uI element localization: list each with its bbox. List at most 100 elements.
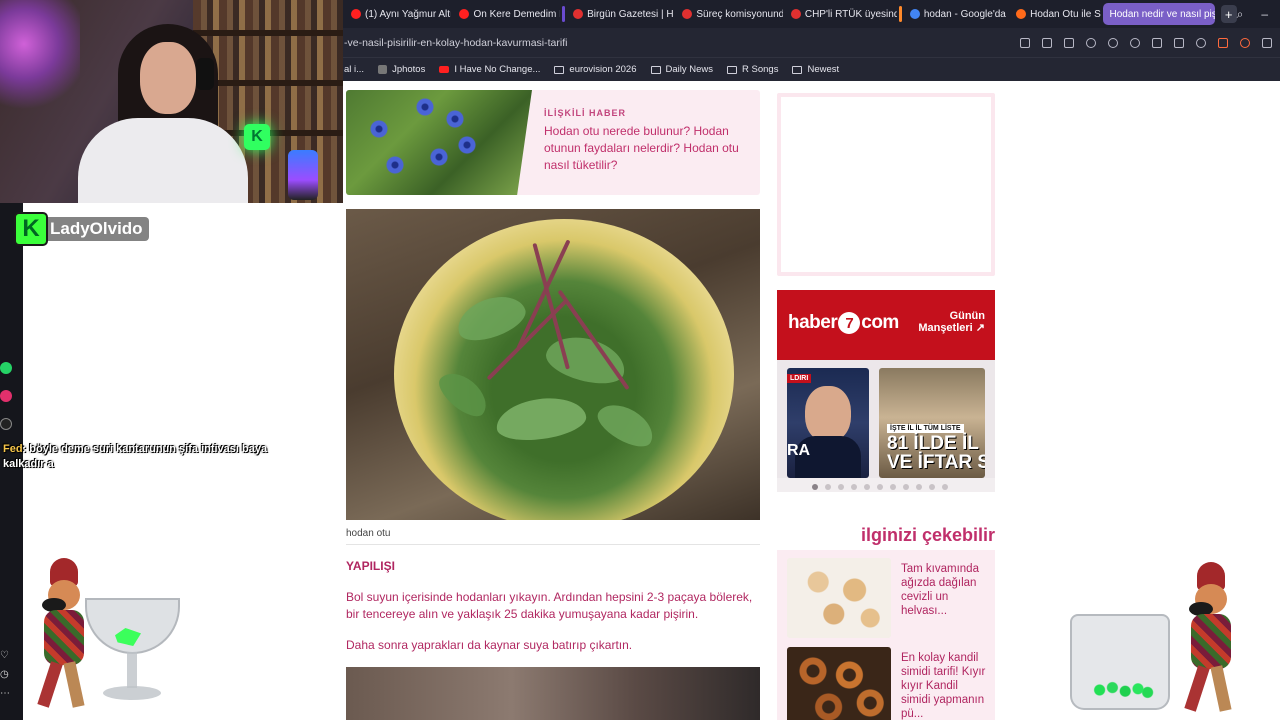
streamer-body — [78, 118, 248, 203]
play-icon[interactable] — [1108, 37, 1118, 48]
heart-icon[interactable]: ♡ — [0, 650, 10, 661]
recommended-title: ilginizi çekebilir — [860, 525, 995, 545]
related-kicker: İLİŞKİLİ HABER — [544, 108, 627, 118]
person-photo — [805, 386, 851, 442]
article-paragraph: Bol suyun içerisinde hodanları yıkayın. … — [346, 590, 753, 621]
slider-dots[interactable] — [812, 484, 948, 490]
x-icon[interactable] — [0, 418, 12, 430]
tab-group-divider — [562, 6, 566, 22]
extension-icon[interactable] — [1240, 37, 1250, 48]
slider-dot[interactable] — [942, 484, 948, 490]
more-icon[interactable]: ⋯ — [0, 688, 10, 699]
menu-icon[interactable] — [1174, 37, 1184, 48]
divider — [346, 544, 760, 545]
tab-group-divider — [899, 6, 902, 22]
streamer-name-tag: K LadyOlvido — [14, 212, 149, 246]
instagram-icon[interactable] — [0, 390, 12, 402]
bookmark-folder[interactable]: Daily News — [650, 64, 713, 75]
streamer-name: LadyOlvido — [48, 217, 149, 241]
tab-4[interactable]: Süreç komisyonunda — [676, 3, 783, 25]
image-caption: hodan otu — [346, 528, 391, 539]
extension-icon[interactable] — [1218, 37, 1228, 48]
tab-5[interactable]: CHP'li RTÜK üyesinde — [785, 3, 897, 25]
glass-foot — [103, 686, 161, 700]
ad-placeholder[interactable] — [777, 93, 995, 276]
helva-thumbnail[interactable] — [787, 558, 891, 638]
tab-7[interactable]: Hodan Otu ile Sa — [1010, 3, 1101, 25]
bookmark-folder[interactable]: R Songs — [727, 64, 778, 75]
slider-dot[interactable] — [851, 484, 857, 490]
flower-shape — [430, 148, 448, 166]
simit-thumbnail[interactable] — [787, 647, 891, 720]
screen: (1) Aynı Yağmur Altın On Kere Demedim M … — [0, 0, 1280, 720]
clock-icon[interactable]: ◷ — [0, 669, 10, 680]
haber7-widget[interactable]: haber 7 com Günün Manşetleri ↗ LDIRI RA İŞ… — [777, 290, 995, 492]
related-title[interactable]: Hodan otu nerede bulunur? Hodan otunun f… — [544, 123, 749, 174]
tip-cup-glass — [85, 598, 180, 706]
bookmark-item[interactable]: al i... — [344, 64, 364, 75]
side-icons: ♡ ◷ ⋯ — [0, 650, 10, 699]
tip-jar-glass — [1070, 614, 1170, 710]
haber7-header[interactable]: haber 7 com Günün Manşetleri ↗ — [777, 290, 995, 360]
headline-card[interactable]: İŞTE İL İL TÜM LİSTE 81 İLDE İL VE İFTAR… — [879, 368, 985, 478]
folder-icon — [727, 65, 738, 74]
rgb-lamp — [288, 150, 318, 200]
kick-logo-icon: K — [244, 124, 270, 150]
shield-icon[interactable] — [1086, 37, 1096, 48]
settings-icon[interactable] — [1262, 37, 1272, 48]
section-title: YAPILIŞI — [346, 559, 395, 573]
bookmark-folder[interactable]: eurovision 2026 — [554, 64, 637, 75]
bookmark-youtube[interactable]: I Have No Change... — [439, 64, 540, 75]
birgun-icon — [682, 9, 693, 19]
search-icon[interactable]: ⌕ — [1237, 7, 1244, 22]
slider-dot[interactable] — [838, 484, 844, 490]
google-icon — [909, 9, 920, 19]
heart-icon[interactable] — [1130, 37, 1140, 48]
bookmarks-bar: al i... Jphotos I Have No Change... euro… — [343, 57, 1280, 81]
new-tab-button[interactable]: + — [1220, 5, 1237, 23]
gunun-mansetleri-link[interactable]: Günün Manşetleri ↗ — [918, 310, 985, 334]
slider-dot[interactable] — [877, 484, 883, 490]
shelf-board — [193, 30, 343, 36]
headline-card[interactable]: LDIRI RA — [787, 368, 869, 478]
birgun-icon — [790, 9, 801, 19]
folder-icon — [792, 65, 803, 74]
slider-dot[interactable] — [890, 484, 896, 490]
tab-2[interactable]: On Kere Demedim M — [453, 3, 560, 25]
slider-dot[interactable] — [825, 484, 831, 490]
tab-active[interactable]: Hodan nedir ve nasıl pişir — [1103, 3, 1215, 25]
reader-icon[interactable] — [1020, 37, 1030, 48]
tab-6[interactable]: hodan - Google'da A — [904, 3, 1008, 25]
screenshot-icon[interactable] — [1064, 37, 1074, 48]
minimize-icon[interactable]: – — [1261, 7, 1268, 22]
recommended-item[interactable]: Tam kıvamında ağızda dağılan cevizli un … — [787, 558, 987, 640]
photo-icon — [378, 65, 388, 74]
slider-dot[interactable] — [903, 484, 909, 490]
leg-shape — [63, 661, 85, 708]
youtube-icon — [351, 9, 361, 19]
tab-3[interactable]: Birgün Gazetesi | Hal — [567, 3, 674, 25]
slider-dot[interactable] — [812, 484, 818, 490]
profile-icon[interactable] — [1196, 37, 1206, 48]
related-news-card[interactable]: İLİŞKİLİ HABER Hodan otu nerede bulunur?… — [346, 90, 760, 195]
slider-dot[interactable] — [929, 484, 935, 490]
tab-bar-actions: ⌕ – — [1237, 7, 1280, 22]
chat-message: Fed: böyle deme suri kantarunun şifa int… — [3, 443, 268, 470]
leg-shape — [37, 661, 63, 708]
whatsapp-icon[interactable] — [0, 362, 12, 374]
url-text[interactable]: -ve-nasil-pisirilir-en-kolay-hodan-kavur… — [343, 37, 567, 49]
folder-icon — [650, 65, 661, 74]
slider-dot[interactable] — [864, 484, 870, 490]
tab-1[interactable]: (1) Aynı Yağmur Altın — [345, 3, 451, 25]
haber7-logo[interactable]: haber 7 com — [788, 312, 899, 334]
headphones-icon — [196, 58, 214, 90]
birgun-icon — [573, 9, 584, 19]
edit-icon[interactable] — [1042, 37, 1052, 48]
toolbar-icons — [1020, 37, 1280, 48]
borage-flower-image — [346, 90, 532, 195]
slider-dot[interactable] — [916, 484, 922, 490]
bookmark-jphotos[interactable]: Jphotos — [378, 64, 425, 75]
download-icon[interactable] — [1152, 37, 1162, 48]
recommended-item[interactable]: En kolay kandil simidi tarifi! Kıyır kıy… — [787, 647, 987, 720]
bookmark-folder[interactable]: Newest — [792, 64, 839, 75]
